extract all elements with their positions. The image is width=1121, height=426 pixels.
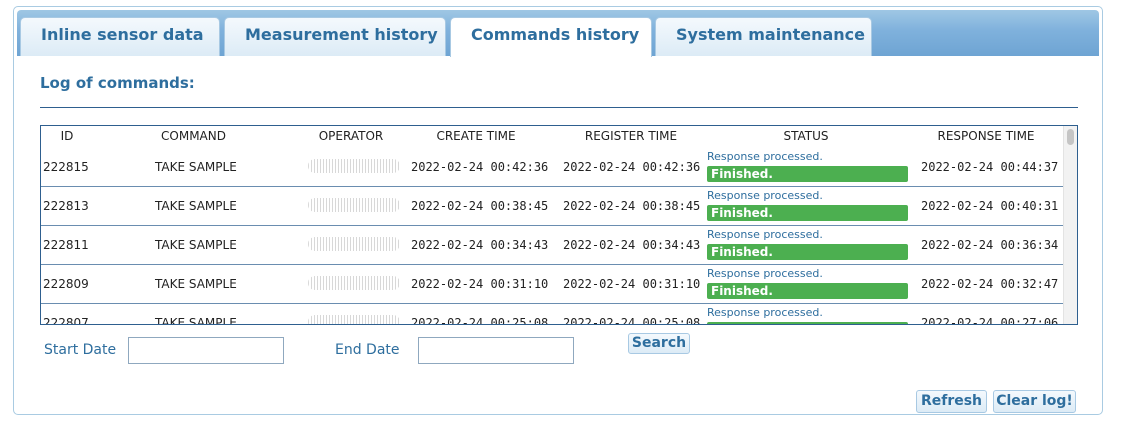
table-row[interactable]: 222807 TAKE SAMPLE 2022-02-24 00:25:08 2… <box>41 304 1063 325</box>
cell-response-time: 2022-02-24 00:32:47 <box>921 277 1059 291</box>
status-badge: Finished. <box>707 166 908 182</box>
cell-id: 222811 <box>43 238 89 252</box>
operator-redacted <box>308 237 400 251</box>
tab-system-maintenance[interactable]: System maintenance <box>655 17 872 56</box>
cell-create-time: 2022-02-24 00:25:08 <box>411 316 549 325</box>
table-row[interactable]: 222809 TAKE SAMPLE 2022-02-24 00:31:10 2… <box>41 265 1063 304</box>
status-badge: Finished. <box>707 283 908 299</box>
col-header-id: ID <box>60 129 74 143</box>
tab-label: System maintenance <box>676 25 865 44</box>
scrollbar-thumb[interactable] <box>1067 129 1074 145</box>
cell-id: 222807 <box>43 316 89 325</box>
start-date-label: Start Date <box>44 342 117 358</box>
cell-id: 222809 <box>43 277 89 291</box>
cell-register-time: 2022-02-24 00:38:45 <box>563 199 701 213</box>
cell-response-time: 2022-02-24 00:40:31 <box>921 199 1059 213</box>
table-header: ID COMMAND OPERATOR CREATE TIME REGISTER… <box>41 126 1063 148</box>
refresh-button[interactable]: Refresh <box>916 390 987 413</box>
operator-redacted <box>308 315 400 324</box>
cell-register-time: 2022-02-24 00:42:36 <box>563 160 701 174</box>
tab-bar: Inline sensor data Measurement history C… <box>17 10 1099 57</box>
cell-id: 222815 <box>43 160 89 174</box>
search-button[interactable]: Search <box>628 333 690 354</box>
cell-register-time: 2022-02-24 00:25:08 <box>563 316 701 325</box>
table-scrollbar[interactable] <box>1063 126 1077 324</box>
status-badge <box>707 322 908 324</box>
cell-create-time: 2022-02-24 00:42:36 <box>411 160 549 174</box>
col-header-status: STATUS <box>783 129 829 143</box>
status-text: Response processed. <box>707 150 823 163</box>
col-header-response-time: RESPONSE TIME <box>937 129 1035 143</box>
tab-commands-history[interactable]: Commands history <box>450 17 652 57</box>
cell-command: TAKE SAMPLE <box>155 238 237 252</box>
cell-register-time: 2022-02-24 00:34:43 <box>563 238 701 252</box>
log-title: Log of commands: <box>40 74 195 92</box>
status-badge: Finished. <box>707 205 908 221</box>
status-text: Response processed. <box>707 267 823 280</box>
cell-command: TAKE SAMPLE <box>155 160 237 174</box>
status-badge: Finished. <box>707 244 908 260</box>
operator-redacted <box>308 198 400 212</box>
tab-label: Measurement history <box>245 25 438 44</box>
cell-create-time: 2022-02-24 00:38:45 <box>411 199 549 213</box>
end-date-input[interactable] <box>418 337 574 364</box>
cell-create-time: 2022-02-24 00:34:43 <box>411 238 549 252</box>
cell-response-time: 2022-02-24 00:36:34 <box>921 238 1059 252</box>
cell-id: 222813 <box>43 199 89 213</box>
cell-response-time: 2022-02-24 00:44:37 <box>921 160 1059 174</box>
col-header-operator: OPERATOR <box>318 129 384 143</box>
status-text: Response processed. <box>707 189 823 202</box>
table-row[interactable]: 222813 TAKE SAMPLE 2022-02-24 00:38:45 2… <box>41 187 1063 226</box>
col-header-command: COMMAND <box>161 129 226 143</box>
tab-measurement-history[interactable]: Measurement history <box>224 17 446 56</box>
commands-table[interactable]: ID COMMAND OPERATOR CREATE TIME REGISTER… <box>40 125 1078 325</box>
col-header-register-time: REGISTER TIME <box>584 129 678 143</box>
operator-redacted <box>308 276 400 290</box>
operator-redacted <box>308 159 400 173</box>
table-row[interactable]: 222815 TAKE SAMPLE 2022-02-24 00:42:36 2… <box>41 148 1063 187</box>
cell-command: TAKE SAMPLE <box>155 277 237 291</box>
tab-inline-sensor-data[interactable]: Inline sensor data <box>20 17 220 56</box>
clear-log-button[interactable]: Clear log! <box>993 390 1076 413</box>
commands-panel: Inline sensor data Measurement history C… <box>13 6 1103 415</box>
cell-create-time: 2022-02-24 00:31:10 <box>411 277 549 291</box>
divider <box>40 107 1078 108</box>
tab-label: Commands history <box>471 25 640 44</box>
table-row[interactable]: 222811 TAKE SAMPLE 2022-02-24 00:34:43 2… <box>41 226 1063 265</box>
cell-command: TAKE SAMPLE <box>155 316 237 325</box>
cell-response-time: 2022-02-24 00:27:06 <box>921 316 1059 325</box>
status-text: Response processed. <box>707 228 823 241</box>
end-date-label: End Date <box>335 342 400 358</box>
tab-label: Inline sensor data <box>41 25 204 44</box>
status-text: Response processed. <box>707 306 823 319</box>
cell-command: TAKE SAMPLE <box>155 199 237 213</box>
col-header-create-time: CREATE TIME <box>436 129 516 143</box>
start-date-input[interactable] <box>128 337 284 364</box>
cell-register-time: 2022-02-24 00:31:10 <box>563 277 701 291</box>
